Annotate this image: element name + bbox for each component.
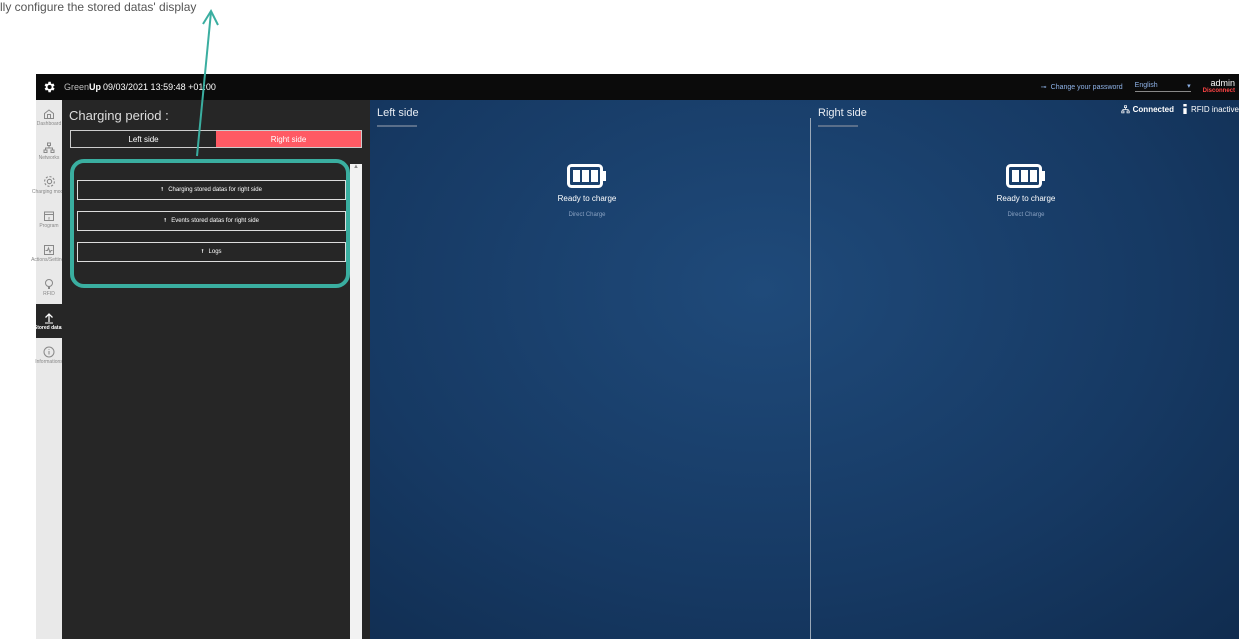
right-charge-mode: Direct Charge [1007,212,1045,218]
sidebar-item-label: Dashboard [36,120,62,127]
sidebar: Dashboard Networks Charging mode 8 Progr… [31,100,67,639]
panel-scrollbar[interactable]: ▲ [350,164,362,639]
tab-right-side[interactable]: Right side [216,131,361,147]
disconnect-link[interactable]: Disconnect [1203,87,1235,95]
gear-icon [43,176,55,187]
caption-text: lly configure the stored datas' display … [0,0,200,14]
network-icon [43,142,55,153]
left-charge-state: Ready to charge [557,194,617,203]
language-select[interactable]: English ▾ [1134,82,1191,92]
title-underline [818,125,858,127]
title-underline [377,125,417,127]
sidebar-item-informations[interactable]: Informations [35,338,63,372]
sidebar-item-charging-mode[interactable]: Charging mode [32,168,66,202]
brand-logo: GreenUp [64,82,102,92]
sidebar-item-label: Program [39,222,59,229]
calendar-icon: 8 [44,211,54,221]
charging-period-panel: Charging period : Left side Right side ⭱… [62,100,370,639]
left-side-column: Left side Ready to charge Direct Charge [370,100,810,639]
sidebar-item-dashboard[interactable]: Dashboard [36,100,62,134]
activity-icon [44,244,54,255]
svg-text:8: 8 [48,215,51,220]
key-icon: ⊸ [1040,84,1047,91]
page: lly configure the stored datas' display … [0,0,1239,639]
sidebar-item-stored-datas[interactable]: Stored datas [33,304,65,338]
right-charge-state: Ready to charge [996,194,1056,203]
right-side-column: Right side Ready to charge Direct Charge [811,100,1239,639]
info-icon [43,346,55,357]
battery-icon [1006,164,1045,188]
sidebar-item-label: Networks [38,154,60,161]
sidebar-item-rfid[interactable]: RFID [36,270,62,304]
sidebar-item-label: Stored datas [33,324,65,331]
main-status-area: Connected RFID inactive Left side Ready [370,100,1239,639]
rfid-icon [45,278,53,289]
language-value: English [1134,82,1158,89]
change-password-link[interactable]: ⊸ Change your password [1040,83,1123,92]
left-charge-mode: Direct Charge [568,212,606,218]
sidebar-item-label: Informations [35,358,63,365]
home-icon [44,108,54,119]
app-window: GreenUp 09/03/2021 13:59:48 +01:00 ⊸ Cha… [31,74,1239,639]
top-bar: GreenUp 09/03/2021 13:59:48 +01:00 ⊸ Cha… [36,74,1239,100]
panel-title: Charging period : [69,108,169,123]
change-password-label: Change your password [1050,83,1123,91]
sidebar-item-program[interactable]: 8 Program [36,202,62,236]
user-menu: admin Disconnect [1203,79,1235,95]
side-segmented-control: Left side Right side [70,130,362,148]
scroll-up-icon[interactable]: ▲ [350,164,362,170]
sidebar-item-actions-settings[interactable]: Actions/Settings [31,236,67,270]
settings-gear-icon[interactable] [36,74,62,100]
tab-left-side[interactable]: Left side [71,131,216,147]
battery-icon [567,164,606,188]
topbar-right: ⊸ Change your password English ▾ admin D… [1041,74,1235,100]
upload-icon [45,312,53,323]
sidebar-item-networks[interactable]: Networks [36,134,62,168]
sidebar-item-label: RFID [43,290,55,297]
chevron-down-icon: ▾ [1187,83,1191,90]
sidebar-item-label: Charging mode [31,189,67,195]
highlight-frame [70,159,350,288]
username: admin [1210,78,1235,88]
left-side-title: Left side [377,107,419,119]
right-side-title: Right side [818,107,867,119]
current-datetime: 09/03/2021 13:59:48 +01:00 [103,82,216,92]
